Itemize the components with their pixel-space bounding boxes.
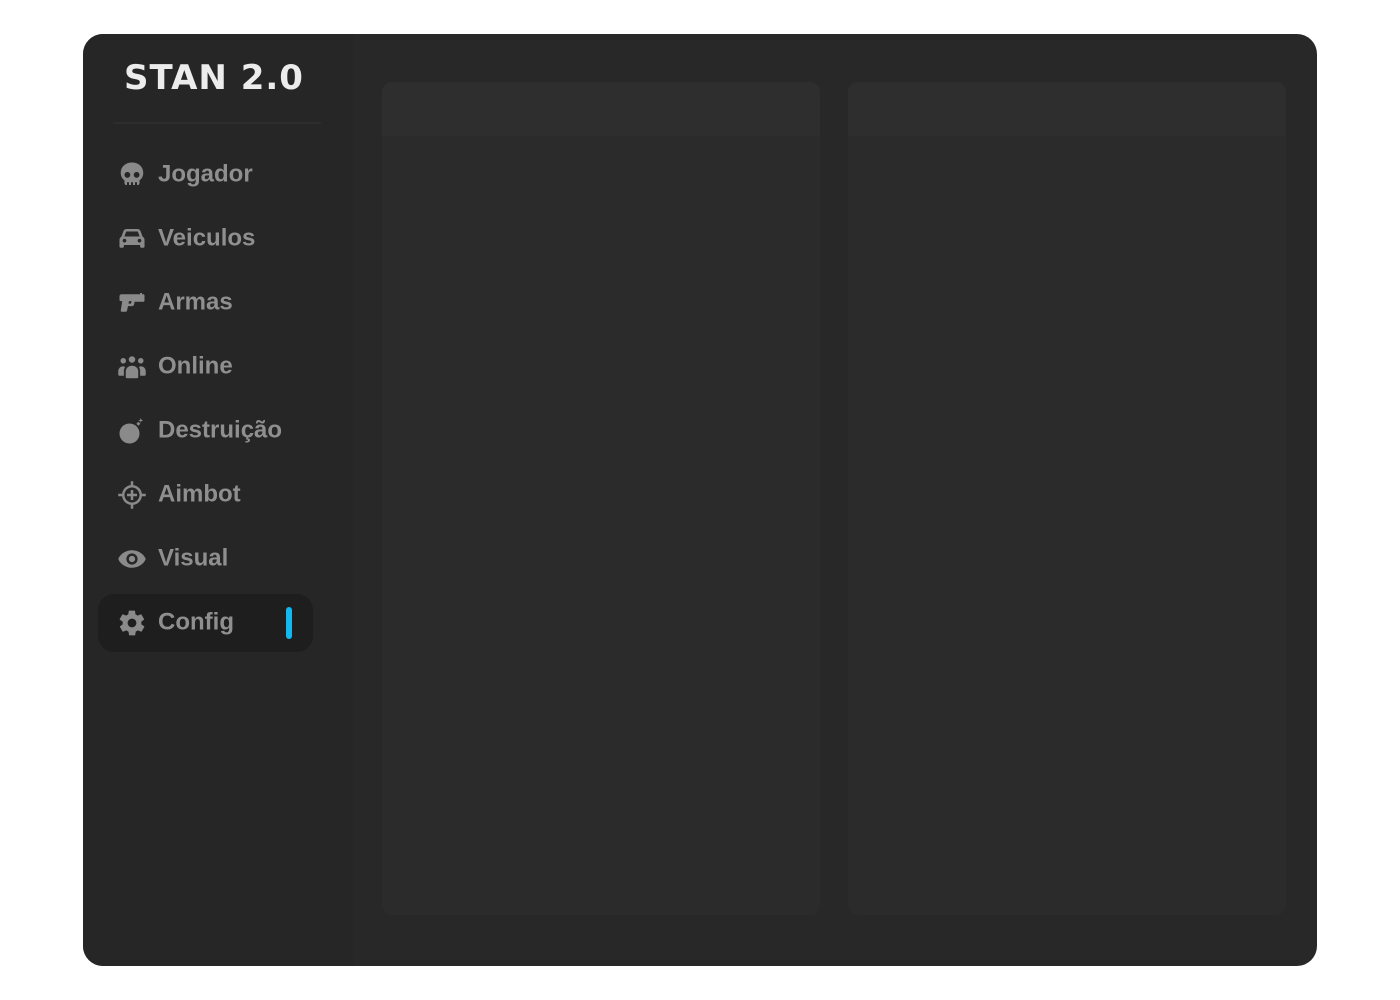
sidebar-item-aimbot[interactable]: Aimbot [98, 466, 313, 524]
sidebar-item-label: Online [158, 352, 233, 380]
sidebar-item-veiculos[interactable]: Veiculos [98, 210, 313, 268]
sidebar-item-label: Config [158, 608, 234, 636]
content-panel-left [382, 82, 820, 915]
crosshairs-icon [117, 480, 147, 510]
active-indicator [286, 607, 292, 639]
sidebar-item-label: Veiculos [158, 224, 256, 252]
sidebar-item-online[interactable]: Online [98, 338, 313, 396]
sidebar-item-armas[interactable]: Armas [98, 274, 313, 332]
sidebar-nav: Jogador Veiculos Armas Online Destruição… [98, 146, 313, 658]
car-icon [117, 224, 147, 254]
content-panel-right [848, 82, 1286, 915]
sidebar-item-label: Aimbot [158, 480, 241, 508]
gun-icon [117, 288, 147, 318]
sidebar-item-jogador[interactable]: Jogador [98, 146, 313, 204]
gear-icon [117, 608, 147, 638]
sidebar-item-visual[interactable]: Visual [98, 530, 313, 588]
bomb-icon [117, 416, 147, 446]
users-icon [117, 352, 147, 382]
panel-header [848, 82, 1286, 136]
sidebar: STAN 2.0 Jogador Veiculos Armas Online D… [83, 34, 353, 966]
eye-icon [117, 544, 147, 574]
title-divider [113, 122, 321, 124]
sidebar-item-label: Visual [158, 544, 229, 572]
sidebar-item-destruicao[interactable]: Destruição [98, 402, 313, 460]
skull-icon [117, 160, 147, 190]
sidebar-item-label: Jogador [158, 160, 253, 188]
sidebar-item-config[interactable]: Config [98, 594, 313, 652]
panel-header [382, 82, 820, 136]
app-title: STAN 2.0 [124, 58, 304, 98]
sidebar-item-label: Destruição [158, 416, 283, 444]
sidebar-item-label: Armas [158, 288, 233, 316]
app-window: STAN 2.0 Jogador Veiculos Armas Online D… [83, 34, 1317, 966]
